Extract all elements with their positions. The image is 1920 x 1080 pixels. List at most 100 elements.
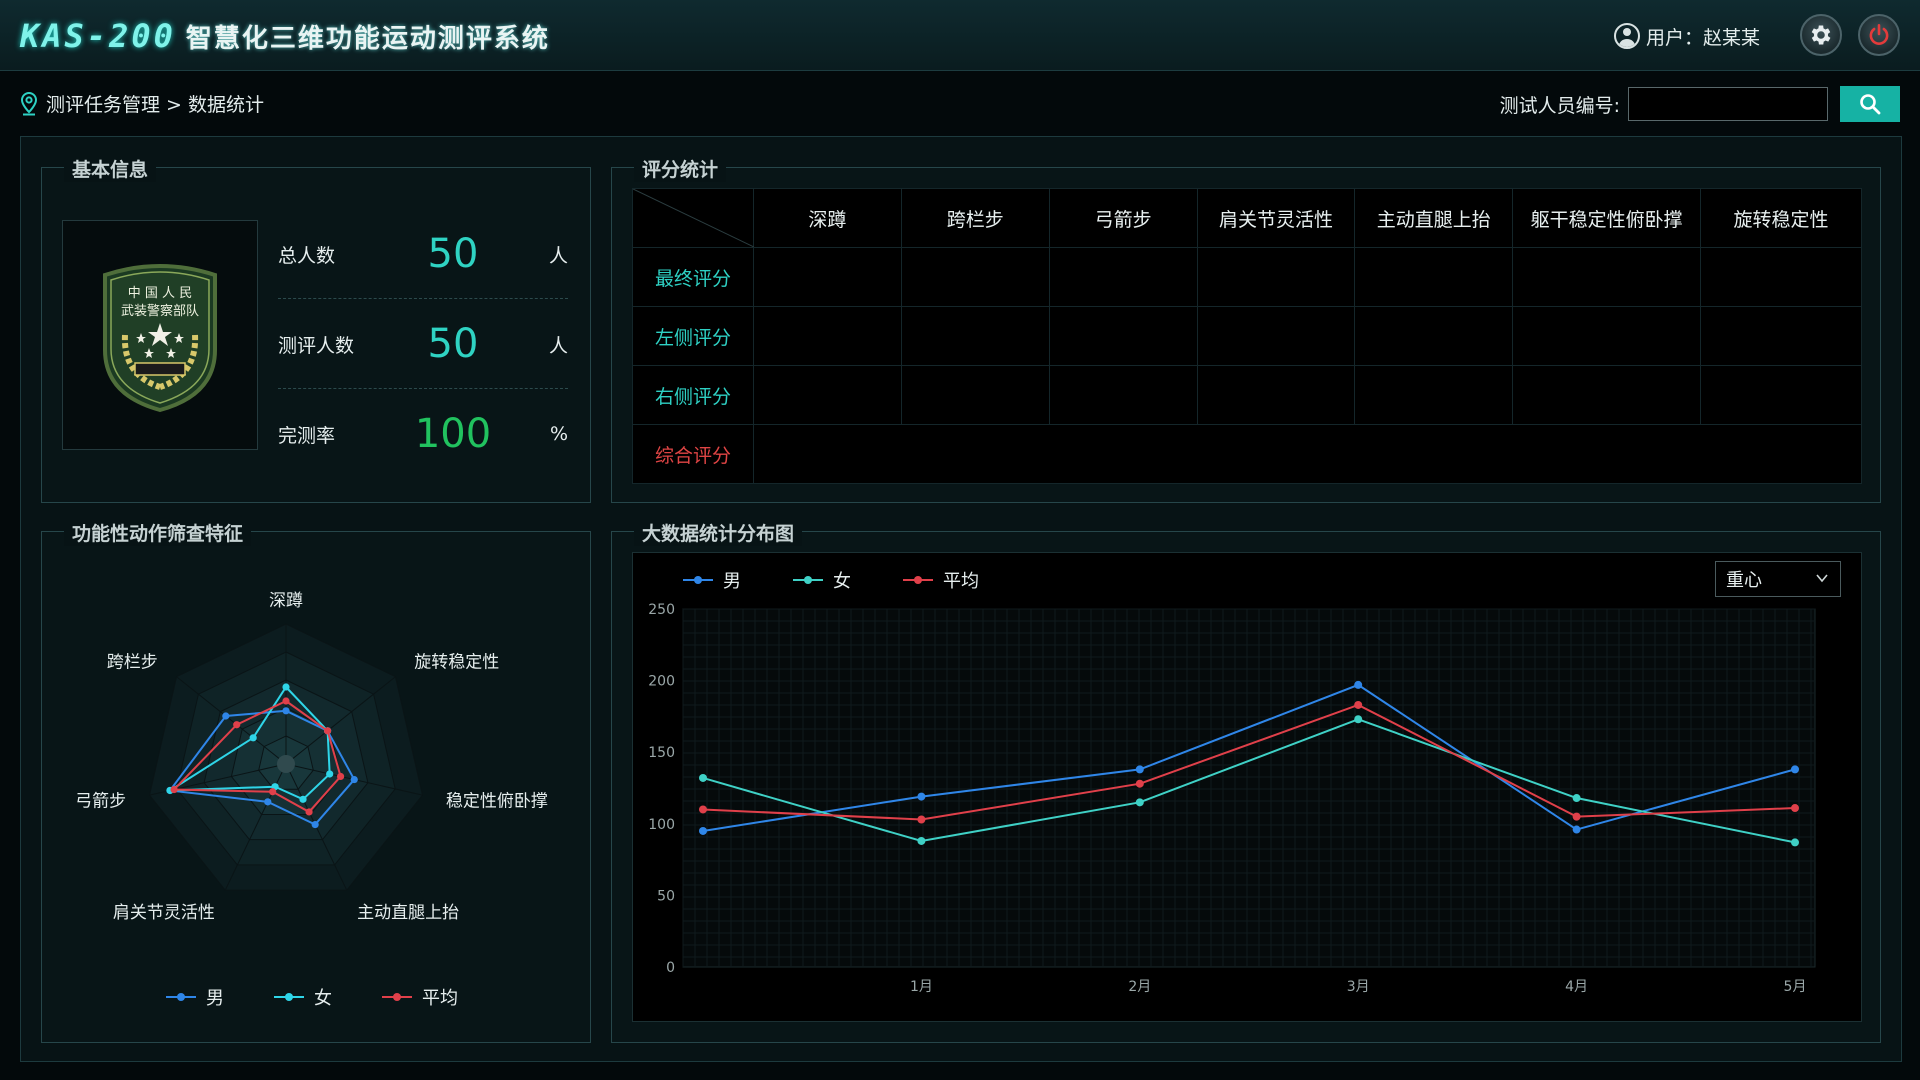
line-chart: 0 50 100 150 200 250 1月 2月 3月 4月 5月 xyxy=(648,602,1816,995)
toolbar-row: 测评任务管理 > 数据统计 测试人员编号: xyxy=(0,86,1920,122)
search-icon xyxy=(1860,94,1881,115)
radar-center xyxy=(277,755,295,773)
stat-rate: 完测率 100 % xyxy=(278,390,568,478)
power-button[interactable] xyxy=(1858,14,1900,56)
power-icon xyxy=(1869,23,1889,45)
table-cell xyxy=(1700,365,1862,425)
radar-point xyxy=(282,697,290,705)
table-header-row: 深蹲 跨栏步 弓箭步 肩关节灵活性 主动直腿上抬 躯干稳定性俯卧撑 旋转稳定性 xyxy=(632,188,1862,248)
row-header: 右侧评分 xyxy=(632,365,754,425)
radar-point xyxy=(336,772,345,781)
stat-tested-value: 50 xyxy=(427,321,479,367)
emblem-line-1: 中 国 人 民 xyxy=(128,286,192,301)
user-info[interactable]: 用户：赵某某 xyxy=(1613,22,1760,50)
emblem-line-2: 武装警察部队 xyxy=(121,303,199,319)
radar-axis-label: 稳定性俯卧撑 xyxy=(446,791,548,811)
stat-tested-unit: 人 xyxy=(548,334,568,357)
y-tick-label: 100 xyxy=(648,817,675,833)
stat-total-label: 总人数 xyxy=(278,244,336,267)
score-stats-panel: 评分统计 深蹲 跨栏步 弓箭步 肩关节灵活性 主动直腿上抬 躯干稳定性俯卧撑 旋… xyxy=(611,155,1881,503)
line-chart-box: 男 女 平均 重心 0 50 100 150 200 250 1月 2月 3月 4月 5月 xyxy=(632,552,1862,1022)
app-header: KAS-200 智慧化三维功能运动测评系统 用户：赵某某 xyxy=(0,0,1920,71)
user-icon xyxy=(1613,23,1640,49)
radar-point xyxy=(249,734,257,742)
score-table: 深蹲 跨栏步 弓箭步 肩关节灵活性 主动直腿上抬 躯干稳定性俯卧撑 旋转稳定性 … xyxy=(632,188,1863,484)
radar-legend-female[interactable]: 女 xyxy=(274,984,332,1010)
table-cell xyxy=(1196,247,1356,307)
radar-axis-label: 主动直腿上抬 xyxy=(357,903,459,923)
radar-point xyxy=(350,775,358,784)
data-point xyxy=(1354,680,1363,689)
col-header: 主动直腿上抬 xyxy=(1354,188,1514,248)
table-row: 最终评分 xyxy=(632,247,1862,307)
radar-panel: 功能性动作筛查特征 深蹲 旋转稳定性 稳定性俯卧撑 主动直腿上抬 肩关节灵活性 弓箭步 跨栏… xyxy=(41,519,591,1043)
legend-label: 男 xyxy=(206,988,224,1009)
x-tick-label: 5月 xyxy=(1784,979,1807,995)
radar-axis-label: 跨栏步 xyxy=(107,653,158,673)
armed-police-emblem: 中 国 人 民 武装警察部队 xyxy=(103,264,217,413)
radar-legend-male[interactable]: 男 xyxy=(166,984,224,1010)
location-pin-icon xyxy=(20,91,38,115)
col-header: 旋转稳定性 xyxy=(1700,188,1862,248)
row-header: 综合评分 xyxy=(632,424,754,484)
data-point xyxy=(1572,812,1581,821)
user-label: 用户：赵某某 xyxy=(1645,26,1760,49)
search-button[interactable] xyxy=(1840,86,1900,122)
radar-point xyxy=(233,721,241,729)
brand: KAS-200 智慧化三维功能运动测评系统 xyxy=(20,16,550,56)
table-cell xyxy=(1700,306,1862,366)
x-tick-label: 3月 xyxy=(1347,979,1370,995)
stat-total: 总人数 50 人 xyxy=(278,210,568,298)
data-point xyxy=(1135,765,1144,774)
breadcrumb-text: 测评任务管理 > 数据统计 xyxy=(46,94,264,116)
table-cell xyxy=(1196,306,1356,366)
radar-chart: 深蹲旋转稳定性稳定性俯卧撑主动直腿上抬 肩关节灵活性 弓箭步 跨栏步 xyxy=(75,591,548,923)
stat-tested-label: 测评人数 xyxy=(278,334,355,357)
stat-tested: 测评人数 50 人 xyxy=(278,300,568,388)
plot-area xyxy=(682,608,1816,968)
main-content: 基本信息 中 国 人 民 武装警察部队 总人数 50 人 测评人数 50 人 完… xyxy=(20,136,1902,1062)
table-cell xyxy=(1048,306,1198,366)
search-area: 测试人员编号: xyxy=(1500,86,1900,122)
brand-code: KAS-200 xyxy=(20,17,176,55)
radar-point xyxy=(282,683,290,691)
table-cell xyxy=(900,247,1050,307)
radar-legend-average[interactable]: 平均 xyxy=(382,984,458,1010)
y-tick-label: 250 xyxy=(648,602,675,618)
radar-point xyxy=(305,808,313,816)
stat-rate-unit: % xyxy=(549,423,568,445)
tester-id-input[interactable] xyxy=(1628,87,1828,121)
y-tick-label: 150 xyxy=(648,745,675,761)
data-point xyxy=(1354,700,1363,709)
radar-axis-label: 弓箭步 xyxy=(75,791,126,811)
radar-point xyxy=(264,798,272,806)
table-cell xyxy=(900,365,1050,425)
data-point xyxy=(1354,715,1363,724)
x-tick-label: 2月 xyxy=(1128,979,1151,995)
data-point xyxy=(1135,798,1144,807)
legend-swatch xyxy=(166,989,196,1005)
radar-point xyxy=(222,712,230,720)
col-header: 跨栏步 xyxy=(900,188,1050,248)
table-row: 右侧评分 xyxy=(632,365,1862,425)
table-cell xyxy=(900,306,1050,366)
y-tick-label: 0 xyxy=(666,960,675,976)
radar-point xyxy=(326,770,334,778)
stat-rate-label: 完测率 xyxy=(278,424,336,447)
table-cell xyxy=(1354,247,1514,307)
radar-point xyxy=(269,788,277,796)
data-point xyxy=(1791,804,1799,813)
table-cell xyxy=(752,306,902,366)
radar-point xyxy=(311,820,319,829)
bigdata-panel: 大数据统计分布图 男 女 平均 重心 0 50 100 150 200 250 1月 2月 3月… xyxy=(611,519,1881,1043)
row-header: 最终评分 xyxy=(632,247,754,307)
stat-rate-value: 100 xyxy=(414,411,492,457)
legend-swatch xyxy=(382,989,412,1005)
row-header: 左侧评分 xyxy=(632,306,754,366)
table-cell xyxy=(1512,247,1702,307)
divider xyxy=(278,298,568,299)
table-row: 左侧评分 xyxy=(632,306,1862,366)
settings-button[interactable] xyxy=(1800,14,1842,56)
table-cell xyxy=(752,247,902,307)
legend-swatch xyxy=(274,989,304,1005)
